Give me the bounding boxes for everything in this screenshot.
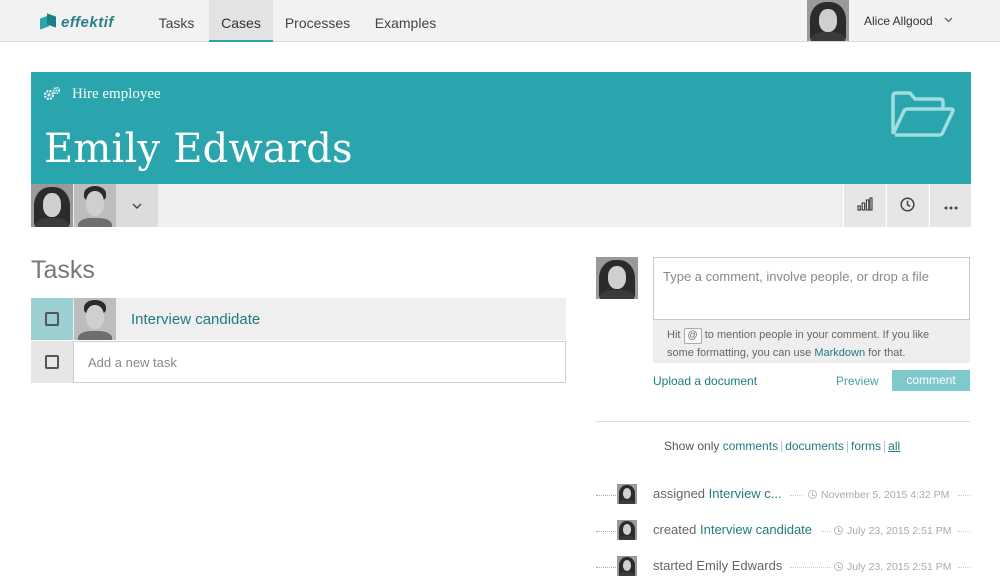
- chevron-down-icon[interactable]: [944, 14, 953, 26]
- activity-time: July 23, 2015 2:51 PM: [834, 525, 951, 537]
- mention-key: @: [683, 328, 702, 344]
- filter-comments[interactable]: comments: [723, 439, 778, 453]
- activity-verb: started: [653, 558, 693, 573]
- clock-icon: [834, 526, 843, 535]
- activity-avatar: [617, 484, 637, 504]
- activity-object-link[interactable]: Interview candidate: [700, 522, 812, 537]
- clock-icon: [900, 196, 915, 215]
- task-checkbox[interactable]: [45, 312, 59, 326]
- markdown-link[interactable]: Markdown: [814, 347, 865, 359]
- effektif-logo[interactable]: effektif: [40, 13, 114, 31]
- participants-dropdown-button[interactable]: [116, 184, 158, 227]
- activity-verb: created: [653, 522, 697, 537]
- clock-icon: [808, 490, 817, 499]
- activity-time: July 23, 2015 2:51 PM: [834, 561, 951, 573]
- filter-label: Show only: [664, 439, 720, 453]
- activity-object-link[interactable]: Interview c...: [709, 486, 782, 501]
- hint-text: for that.: [868, 347, 906, 359]
- hint-text: Hit: [667, 329, 681, 341]
- task-item[interactable]: Interview candidate: [31, 298, 566, 340]
- task-assignee-avatar[interactable]: [74, 298, 116, 340]
- nav-tab-cases[interactable]: Cases: [209, 0, 273, 42]
- comment-input[interactable]: [653, 257, 970, 320]
- filter-documents[interactable]: documents: [785, 439, 844, 453]
- comment-hint: Hit @ to mention people in your comment.…: [653, 320, 970, 363]
- user-name[interactable]: Alice Allgood: [864, 14, 933, 28]
- activity-item: assigned Interview c... November 5, 2015…: [596, 484, 970, 506]
- ellipsis-icon: [944, 198, 958, 213]
- bar-chart-icon: [856, 197, 873, 214]
- divider: [596, 421, 970, 422]
- upload-document-link[interactable]: Upload a document: [653, 374, 757, 388]
- nav-tab-examples[interactable]: Examples: [362, 0, 449, 42]
- preview-button[interactable]: Preview: [836, 374, 879, 388]
- case-participants-bar: [31, 184, 971, 227]
- activity-item: created Interview candidate July 23, 201…: [596, 520, 970, 542]
- process-link[interactable]: Hire employee: [72, 86, 161, 103]
- activity-avatar: [617, 556, 637, 576]
- new-task-checkbox-cell: [31, 341, 73, 383]
- user-avatar[interactable]: [807, 0, 849, 41]
- more-options-button[interactable]: [929, 184, 971, 227]
- history-button[interactable]: [886, 184, 928, 227]
- nav-tab-tasks[interactable]: Tasks: [145, 0, 208, 42]
- nav-tab-processes[interactable]: Processes: [275, 0, 360, 42]
- activity-object: Emily Edwards: [696, 558, 783, 573]
- tasks-heading: Tasks: [31, 256, 95, 284]
- case-header: Hire employee Emily Edwards: [31, 72, 971, 184]
- filter-forms[interactable]: forms: [851, 439, 881, 453]
- filter-all[interactable]: all: [888, 439, 900, 453]
- stats-button[interactable]: [843, 184, 885, 227]
- commenter-avatar: [596, 257, 638, 299]
- comment-submit-button[interactable]: comment: [892, 370, 970, 391]
- participant-avatar[interactable]: [74, 184, 116, 227]
- activity-avatar: [617, 520, 637, 540]
- add-task-input[interactable]: [73, 341, 566, 383]
- participant-avatar[interactable]: [31, 184, 73, 227]
- activity-verb: assigned: [653, 486, 706, 501]
- task-label[interactable]: Interview candidate: [131, 311, 260, 328]
- task-checkbox-cell[interactable]: [31, 298, 73, 340]
- new-task-row: [31, 341, 566, 383]
- clock-icon: [834, 562, 843, 571]
- activity-filter: Show only comments | documents | forms | all: [664, 439, 901, 453]
- top-navigation: effektif Tasks Cases Processes Examples …: [0, 0, 1000, 42]
- gears-icon: [43, 86, 61, 102]
- case-title[interactable]: Emily Edwards: [44, 126, 353, 172]
- logo-text: effektif: [61, 13, 114, 31]
- new-task-checkbox: [45, 355, 59, 369]
- logo-icon: [40, 15, 56, 29]
- activity-time: November 5, 2015 4:32 PM: [808, 489, 949, 501]
- folder-open-icon: [890, 90, 956, 140]
- activity-item: started Emily Edwards July 23, 2015 2:51…: [596, 556, 970, 578]
